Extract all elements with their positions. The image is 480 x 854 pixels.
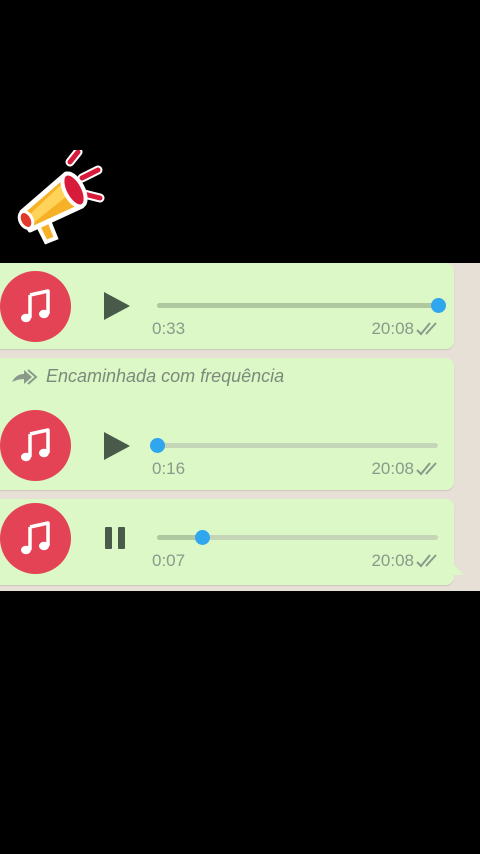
audio-message-bubble[interactable]: Encaminhada com frequência 0:16 20:08 bbox=[0, 358, 454, 490]
music-note-icon bbox=[0, 503, 71, 574]
play-icon[interactable] bbox=[102, 431, 132, 461]
audio-progress-knob[interactable] bbox=[150, 438, 165, 453]
audio-progress-fill bbox=[157, 303, 438, 308]
double-forward-arrow-icon bbox=[12, 368, 38, 385]
chat-area: 0:33 20:08 Encaminhada com frequência 0:… bbox=[0, 263, 480, 591]
audio-message-bubble[interactable]: 0:07 20:08 bbox=[0, 499, 454, 585]
double-check-icon bbox=[416, 462, 437, 476]
double-check-icon bbox=[416, 322, 437, 336]
music-note-icon bbox=[0, 271, 71, 342]
bubble-tail bbox=[452, 563, 464, 575]
audio-duration: 0:16 bbox=[152, 459, 186, 478]
forwarded-label: Encaminhada com frequência bbox=[46, 366, 285, 386]
play-icon[interactable] bbox=[102, 291, 132, 321]
music-note-icon bbox=[0, 410, 71, 481]
audio-progress-track[interactable] bbox=[157, 530, 438, 545]
audio-progress-track[interactable] bbox=[150, 438, 438, 453]
audio-progress-knob[interactable] bbox=[431, 298, 446, 313]
forwarded-label-row: Encaminhada com frequência bbox=[10, 366, 284, 387]
double-check-icon bbox=[416, 554, 437, 568]
message-time: 20:08 bbox=[371, 551, 414, 570]
audio-message-bubble[interactable]: 0:33 20:08 bbox=[0, 263, 454, 349]
audio-duration: 0:07 bbox=[152, 551, 186, 570]
audio-progress-track[interactable] bbox=[157, 298, 446, 313]
megaphone-icon bbox=[16, 147, 108, 250]
message-time: 20:08 bbox=[371, 319, 414, 338]
message-time: 20:08 bbox=[371, 459, 414, 478]
pause-icon[interactable] bbox=[100, 523, 130, 553]
audio-progress-knob[interactable] bbox=[194, 530, 210, 545]
audio-duration: 0:33 bbox=[152, 319, 186, 338]
